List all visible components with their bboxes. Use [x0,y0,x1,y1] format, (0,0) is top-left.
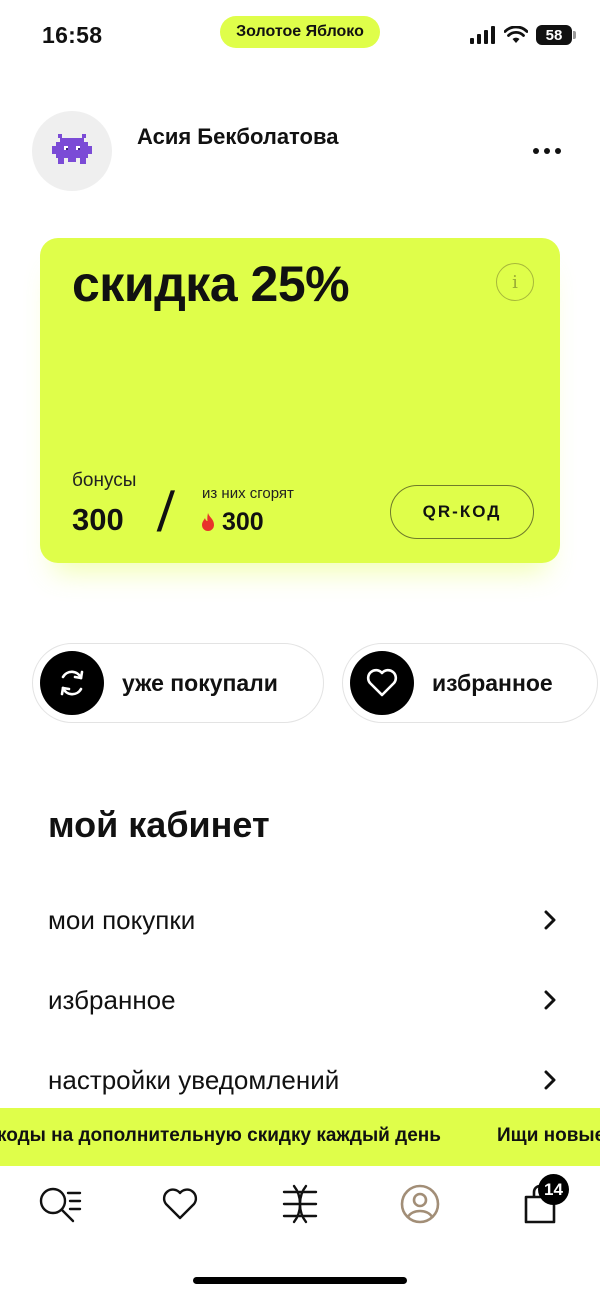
tab-search[interactable] [36,1180,84,1228]
discount-card[interactable]: скидка 25% i бонусы 300 / из них сгорят … [40,238,560,563]
tab-catalog[interactable] [276,1180,324,1228]
tab-cart[interactable]: 14 [516,1174,569,1228]
menu-item-notifications[interactable]: настройки уведомлений [48,1055,560,1105]
repeat-arrows-icon [40,651,104,715]
more-dots-icon [533,148,539,154]
avatar[interactable] [32,111,112,191]
burn-value: 300 [222,508,264,536]
app-name-pill[interactable]: Золотое Яблоко [220,16,380,48]
tab-favorites[interactable] [156,1180,204,1228]
wifi-icon [504,26,528,43]
info-icon[interactable]: i [496,263,534,301]
battery-icon: 58 [536,25,576,45]
fire-icon [202,512,214,531]
search-icon [39,1187,82,1223]
signal-icon [470,26,495,44]
home-indicator[interactable] [193,1277,407,1284]
menu-item-label: настройки уведомлений [48,1064,340,1095]
bonus-value: 300 [72,502,124,537]
menu-item-favorites[interactable]: избранное [48,975,560,1025]
user-name: Асия Бекболатова [137,124,339,149]
status-bar: 16:58 Золотое Яблоко 58 [0,0,600,72]
favorites-button[interactable]: избранное [342,643,598,723]
already-bought-label: уже покупали [122,669,278,696]
menu-item-label: мои покупки [48,904,196,935]
menu-item-label: избранное [48,984,176,1015]
cart-count-badge: 14 [538,1174,569,1205]
heart-icon [350,651,414,715]
battery-level: 58 [545,26,563,44]
chevron-right-icon [540,910,560,930]
tab-bar: 14 [0,1166,600,1241]
status-time: 16:58 [42,22,103,48]
status-icons: 58 [470,25,576,45]
menu-item-purchases[interactable]: мои покупки [48,895,560,945]
heart-icon [162,1188,198,1220]
tab-profile[interactable] [396,1180,444,1228]
promo-banner[interactable]: коды на дополнительную скидку каждый ден… [0,1108,600,1166]
favorites-label: избранное [432,669,553,696]
cabinet-title: мой кабинет [48,804,270,845]
banner-text: Ищи новые [497,1125,600,1146]
burn-label: из них сгорят [202,485,294,502]
qr-code-button[interactable]: QR-КОД [390,485,534,539]
bonus-separator: / [155,480,176,543]
bonus-label: бонусы [72,470,137,491]
chevron-right-icon [540,990,560,1010]
already-bought-button[interactable]: уже покупали [32,643,324,723]
pixel-alien-icon [52,134,92,164]
banner-text: коды на дополнительную скидку каждый ден… [0,1125,441,1146]
catalog-icon [282,1184,318,1224]
chevron-right-icon [540,1070,560,1090]
burn-row: 300 [200,508,264,537]
profile-icon [400,1184,440,1224]
more-options-button[interactable] [522,136,572,166]
discount-title: скидка 25% [72,256,350,312]
